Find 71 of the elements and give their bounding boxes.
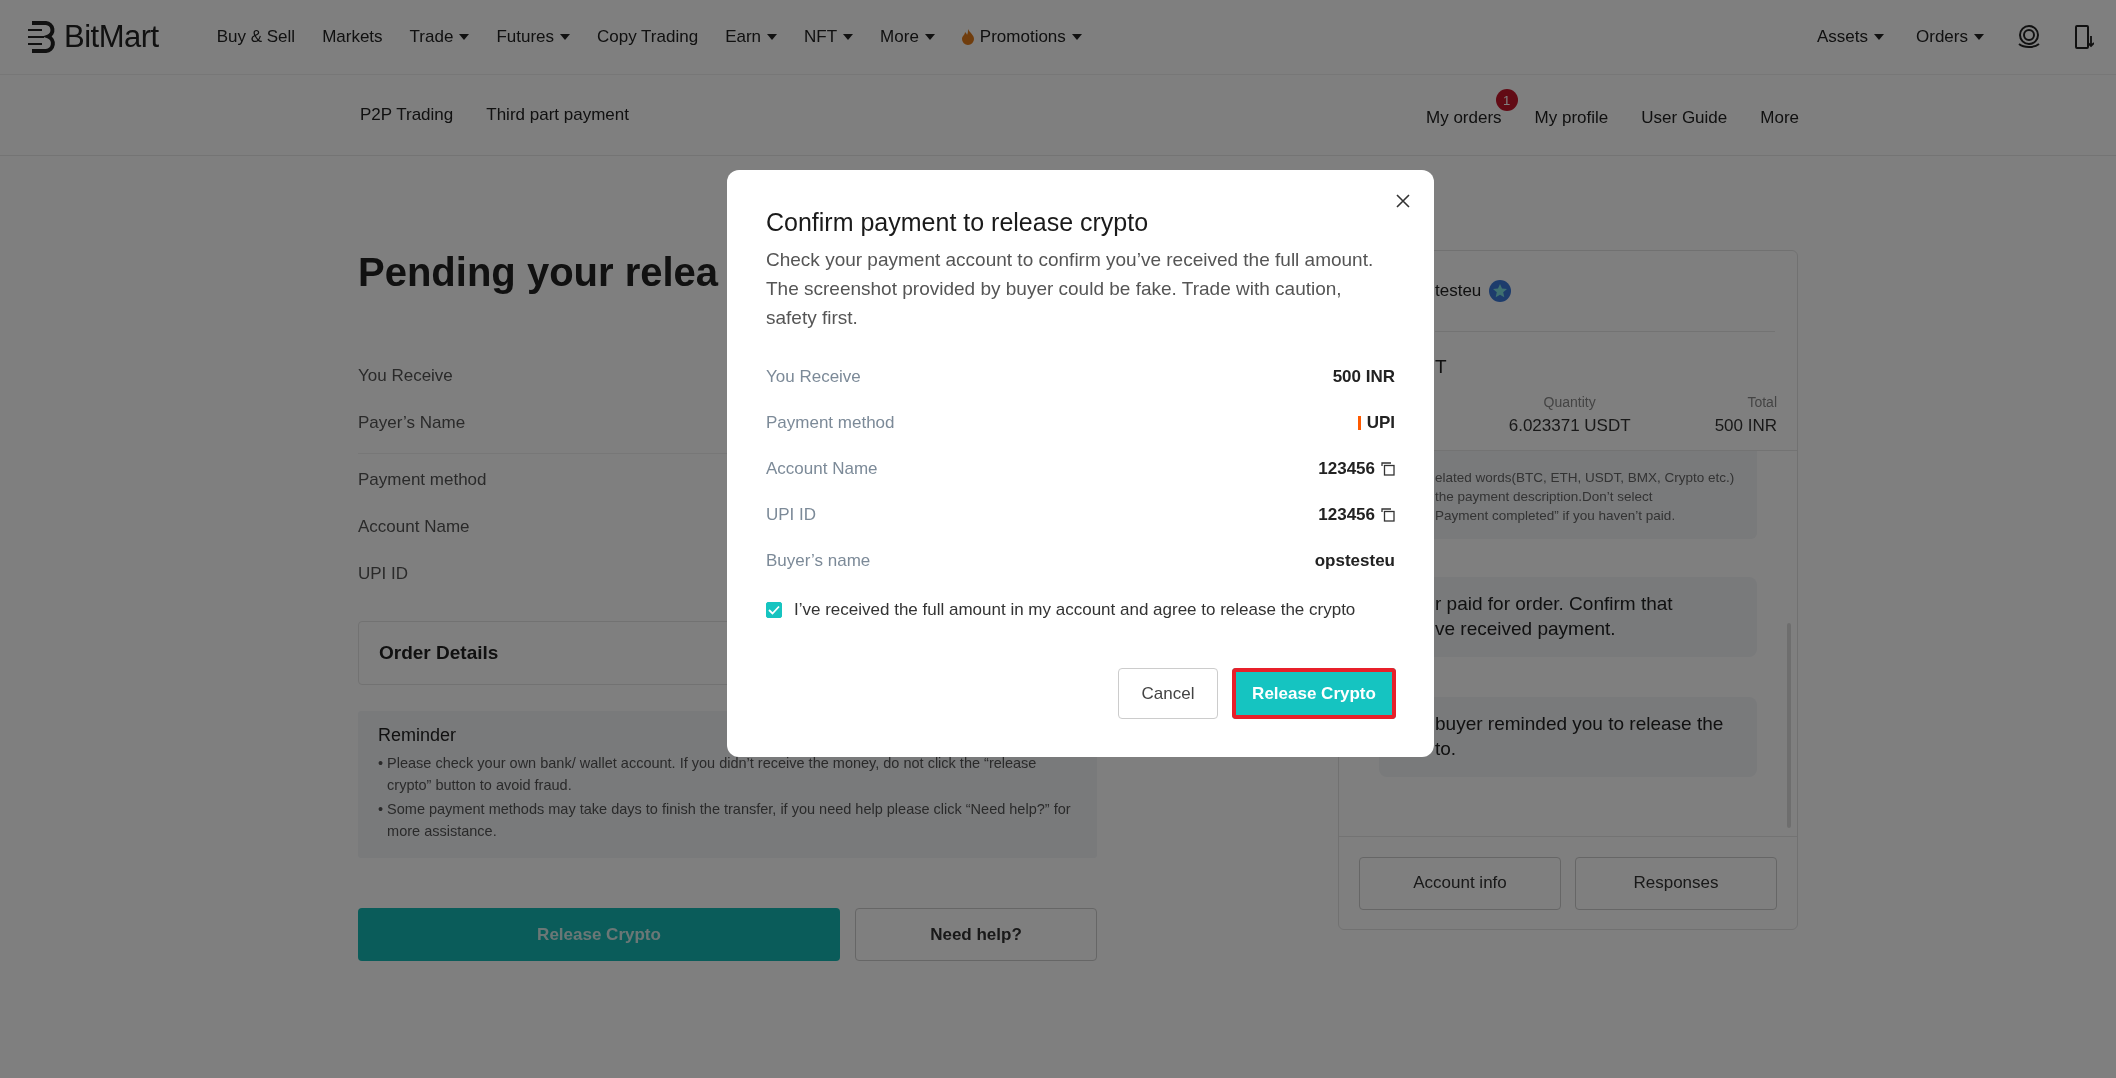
- detail-label: You Receive: [766, 367, 861, 387]
- column-value: 6.023371 USDT: [1508, 416, 1631, 436]
- subnav-link[interactable]: User Guide: [1641, 108, 1728, 127]
- checkbox[interactable]: [766, 602, 782, 618]
- nav-link[interactable]: Markets: [322, 27, 383, 47]
- page-title: Pending your relea: [358, 249, 719, 296]
- subnav-link[interactable]: My profile: [1534, 108, 1609, 127]
- message-text: ve received payment.: [1435, 617, 1617, 641]
- nav-link[interactable]: Assets: [1817, 27, 1885, 47]
- field-label: You Receive: [358, 366, 453, 386]
- bullet: •: [378, 754, 384, 773]
- notice-text: the payment description.Don’t select: [1435, 488, 1654, 506]
- reminder-title: Reminder: [378, 725, 458, 746]
- nav-link[interactable]: Futures: [496, 27, 570, 47]
- column-label: Quantity: [1542, 394, 1597, 410]
- nav-link[interactable]: Orders: [1916, 27, 1984, 47]
- user-name: testeu: [1435, 281, 1482, 301]
- star-badge-icon: [1489, 280, 1512, 302]
- detail-label: UPI ID: [766, 505, 817, 525]
- field-label: Account Name: [358, 517, 470, 537]
- checkbox-label: I’ve received the full amount in my account and agree to release the crypto: [794, 600, 1356, 620]
- subnav-link[interactable]: My orders: [1426, 108, 1502, 127]
- detail-value: 123456: [1318, 505, 1375, 525]
- coin-icon: [2016, 24, 2042, 50]
- field-label: Payment method: [358, 470, 487, 490]
- logo-icon: [28, 21, 58, 53]
- notice-text: elated words(BTC, ETH, USDT, BMX, Crypto etc.): [1435, 469, 1736, 487]
- copy-icon[interactable]: [1381, 508, 1395, 522]
- panel-button[interactable]: Account info: [1359, 856, 1561, 910]
- notice-text: Payment completed” if you haven’t paid.: [1435, 507, 1677, 525]
- dialog-text: Check your payment account to confirm you’ve received the full amount. The screenshot provided by buyer could be fake. Trade with caution, safety first.: [766, 248, 1375, 330]
- column-label: Total: [1746, 394, 1777, 410]
- nav-link[interactable]: More: [880, 27, 935, 47]
- bullet: •: [378, 800, 384, 819]
- subnav-link[interactable]: More: [1760, 108, 1799, 127]
- nav-link[interactable]: NFT: [804, 27, 854, 47]
- detail-value: opstesteu: [1314, 551, 1395, 571]
- field-label: Payer’s Name: [358, 413, 466, 433]
- phone-download-icon: [2074, 24, 2094, 50]
- reminder-text: Please check your own bank/ wallet account. If you didn’t receive the money, do not click the “release crypto” button to avoid fraud.: [387, 754, 1038, 795]
- copy-icon[interactable]: [1381, 462, 1395, 476]
- panel-button[interactable]: Responses: [1575, 856, 1777, 910]
- detail-value: UPI: [1366, 413, 1395, 433]
- message-text: buyer reminded you to release the: [1435, 712, 1725, 736]
- logo-text[interactable]: BitMart: [64, 19, 159, 55]
- section-heading: Order Details: [379, 642, 499, 664]
- nav-link[interactable]: Earn: [725, 27, 778, 47]
- notification-count: 1: [1495, 89, 1518, 111]
- detail-value: 123456: [1318, 459, 1375, 479]
- message-text: r paid for order. Confirm that: [1435, 592, 1674, 616]
- reminder-text: Some payment methods may take days to finish the transfer, if you need help please click “Need help?” for more assistance.: [387, 800, 1072, 841]
- nav-link[interactable]: Buy & Sell: [216, 27, 296, 47]
- detail-label: Buyer’s name: [766, 551, 871, 571]
- help-button[interactable]: Need help?: [855, 908, 1097, 961]
- nav-link[interactable]: Promotions: [961, 27, 1082, 47]
- field-label: UPI ID: [358, 564, 409, 584]
- cancel-button[interactable]: Cancel: [1118, 668, 1218, 719]
- dialog-title: Confirm payment to release crypto: [766, 208, 1150, 237]
- nav-link[interactable]: Trade: [409, 27, 470, 47]
- nav-link[interactable]: Copy Trading: [597, 27, 699, 47]
- close-icon[interactable]: [1396, 194, 1410, 208]
- detail-value: 500 INR: [1332, 367, 1395, 387]
- subnav-link[interactable]: P2P Trading: [360, 105, 454, 125]
- message-text: to.: [1435, 737, 1458, 761]
- ad-title: T: [1435, 356, 1448, 378]
- method-marker: [1357, 416, 1361, 430]
- detail-label: Payment method: [766, 413, 895, 433]
- subnav-link[interactable]: Third part payment: [486, 105, 629, 125]
- detail-label: Account Name: [766, 459, 878, 479]
- flame-icon: [961, 29, 974, 45]
- column-value: 500 INR: [1714, 416, 1777, 436]
